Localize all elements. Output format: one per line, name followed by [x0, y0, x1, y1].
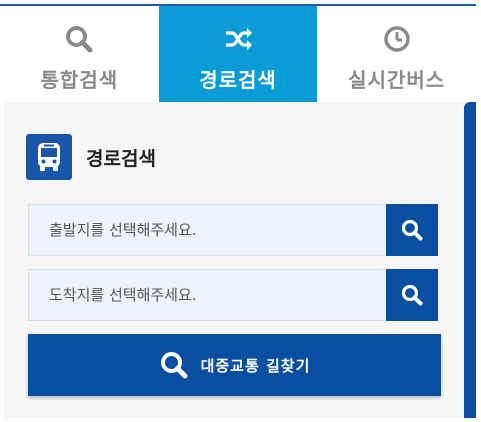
scrollbar[interactable] [464, 102, 476, 418]
search-icon [401, 219, 423, 241]
shuffle-icon [223, 24, 253, 54]
origin-field [28, 204, 438, 256]
tab-realtime-bus[interactable]: 실시간버스 [317, 6, 476, 102]
tab-route-search[interactable]: 경로검색 [158, 6, 318, 102]
tab-integrated-search[interactable]: 통합검색 [0, 6, 159, 102]
tab-bar: 통합검색 경로검색 실시간버스 [0, 6, 476, 102]
search-icon [160, 352, 188, 379]
tab-label: 통합검색 [40, 68, 119, 92]
search-icon [64, 24, 94, 54]
find-route-label: 대중교통 길찾기 [200, 356, 311, 375]
section-header: 경로검색 [26, 134, 156, 180]
destination-search-button[interactable] [386, 269, 438, 321]
bus-icon [26, 134, 72, 180]
tab-label: 경로검색 [199, 68, 277, 92]
destination-input[interactable] [28, 269, 386, 321]
search-icon [401, 284, 423, 306]
clock-icon [382, 24, 412, 54]
origin-search-button[interactable] [386, 204, 438, 256]
origin-input[interactable] [28, 204, 386, 256]
find-route-button[interactable]: 대중교통 길찾기 [28, 334, 441, 396]
destination-field [28, 269, 438, 321]
section-title: 경로검색 [86, 147, 156, 170]
tab-label: 실시간버스 [348, 68, 446, 92]
